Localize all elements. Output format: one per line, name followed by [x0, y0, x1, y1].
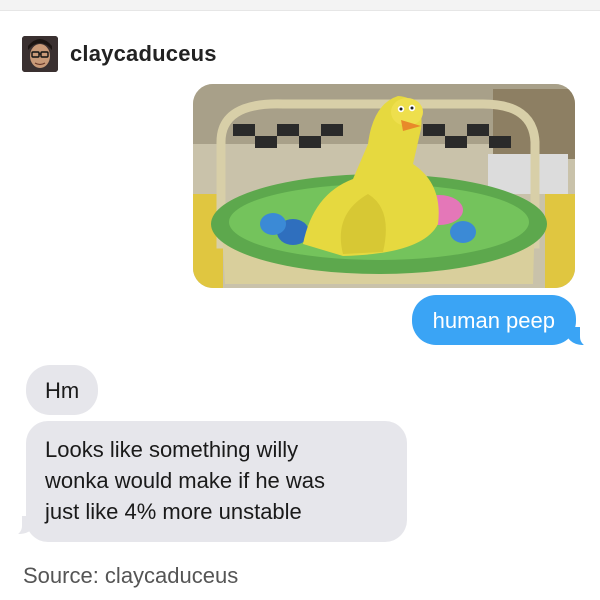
user-avatar-icon[interactable] — [22, 36, 58, 72]
received-message-bubble-long[interactable]: Looks like something willy wonka would m… — [26, 421, 407, 542]
top-divider — [0, 0, 600, 11]
sent-message-bubble[interactable]: human peep — [411, 295, 576, 345]
received-message-line: wonka would make if he was — [45, 468, 326, 493]
big-bird-easter-basket-photo[interactable] — [193, 84, 575, 288]
received-message-line: just like 4% more unstable — [45, 499, 302, 524]
post-header: claycaduceus — [22, 35, 217, 73]
received-message-text: Hm — [45, 377, 80, 403]
username[interactable]: claycaduceus — [70, 41, 217, 67]
received-message-line: Looks like something willy — [45, 437, 299, 462]
sent-message-text: human peep — [432, 307, 555, 333]
sent-tail-mask — [580, 323, 592, 347]
received-message-bubble-short[interactable]: Hm — [26, 365, 99, 415]
source-link[interactable]: Source: claycaduceus — [23, 563, 238, 589]
